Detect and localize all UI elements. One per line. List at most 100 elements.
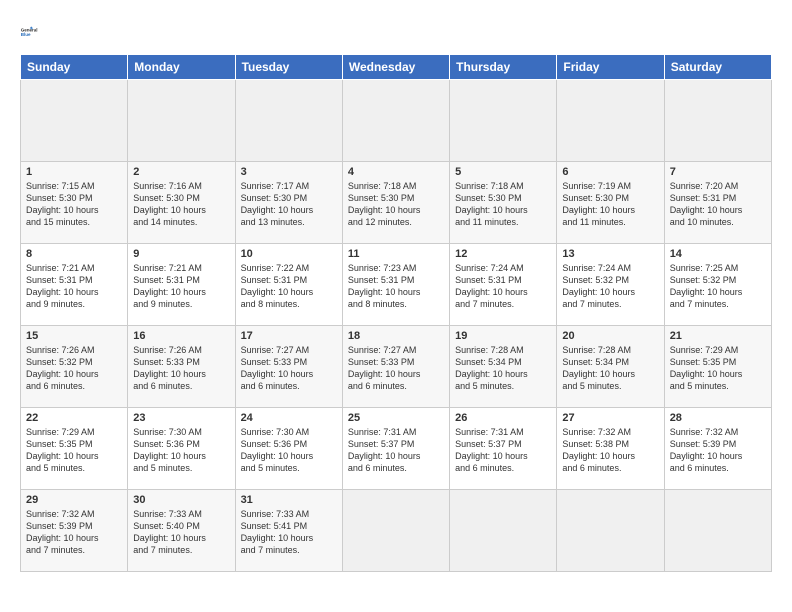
calendar-header-sunday: Sunday xyxy=(21,55,128,80)
day-number: 10 xyxy=(241,248,337,260)
calendar-day xyxy=(450,80,557,162)
day-info: Sunrise: 7:28 AM Sunset: 5:34 PM Dayligh… xyxy=(455,344,551,393)
calendar-day xyxy=(235,80,342,162)
day-info: Sunrise: 7:24 AM Sunset: 5:31 PM Dayligh… xyxy=(455,262,551,311)
day-number: 15 xyxy=(26,330,122,342)
calendar-day: 21Sunrise: 7:29 AM Sunset: 5:35 PM Dayli… xyxy=(664,326,771,408)
calendar-week-4: 15Sunrise: 7:26 AM Sunset: 5:32 PM Dayli… xyxy=(21,326,772,408)
calendar-day: 23Sunrise: 7:30 AM Sunset: 5:36 PM Dayli… xyxy=(128,408,235,490)
svg-text:General: General xyxy=(21,27,38,32)
calendar-header-thursday: Thursday xyxy=(450,55,557,80)
calendar-header-saturday: Saturday xyxy=(664,55,771,80)
calendar-day: 12 Sunrise: 7:24 AM Sunset: 5:31 PM Dayli… xyxy=(450,244,557,326)
day-info: Sunrise: 7:15 AM Sunset: 5:30 PM Dayligh… xyxy=(26,180,122,229)
calendar-day: 9 Sunrise: 7:21 AM Sunset: 5:31 PM Daylig… xyxy=(128,244,235,326)
calendar-week-1 xyxy=(21,80,772,162)
calendar-header-monday: Monday xyxy=(128,55,235,80)
day-info: Sunrise: 7:24 AM Sunset: 5:32 PM Dayligh… xyxy=(562,262,658,311)
calendar-day xyxy=(664,490,771,572)
calendar-day: 24 Sunrise: 7:30 AM Sunset: 5:36 PM Dayli… xyxy=(235,408,342,490)
calendar-day xyxy=(342,80,449,162)
day-number: 24 xyxy=(241,412,337,424)
calendar-day: 8Sunrise: 7:21 AM Sunset: 5:31 PM Daylig… xyxy=(21,244,128,326)
day-info: Sunrise: 7:31 AM Sunset: 5:37 PM Dayligh… xyxy=(455,426,551,475)
calendar-day xyxy=(450,490,557,572)
day-number: 13 xyxy=(562,248,658,260)
day-info: Sunrise: 7:27 AM Sunset: 5:33 PM Dayligh… xyxy=(348,344,444,393)
calendar-day: 6 Sunrise: 7:19 AM Sunset: 5:30 PM Daylig… xyxy=(557,162,664,244)
calendar-day xyxy=(21,80,128,162)
day-number: 16 xyxy=(133,330,229,342)
day-info: Sunrise: 7:29 AM Sunset: 5:35 PM Dayligh… xyxy=(670,344,766,393)
calendar-day: 27 Sunrise: 7:32 AM Sunset: 5:38 PM Dayli… xyxy=(557,408,664,490)
calendar-header-friday: Friday xyxy=(557,55,664,80)
calendar-day: 4 Sunrise: 7:18 AM Sunset: 5:30 PM Daylig… xyxy=(342,162,449,244)
calendar-day: 26 Sunrise: 7:31 AM Sunset: 5:37 PM Dayli… xyxy=(450,408,557,490)
day-number: 7 xyxy=(670,166,766,178)
calendar-week-3: 8Sunrise: 7:21 AM Sunset: 5:31 PM Daylig… xyxy=(21,244,772,326)
day-number: 3 xyxy=(241,166,337,178)
day-number: 29 xyxy=(26,494,122,506)
day-number: 6 xyxy=(562,166,658,178)
day-number: 17 xyxy=(241,330,337,342)
day-number: 12 xyxy=(455,248,551,260)
day-info: Sunrise: 7:18 AM Sunset: 5:30 PM Dayligh… xyxy=(348,180,444,229)
calendar-day xyxy=(664,80,771,162)
day-number: 9 xyxy=(133,248,229,260)
calendar-day: 3 Sunrise: 7:17 AM Sunset: 5:30 PM Daylig… xyxy=(235,162,342,244)
day-info: Sunrise: 7:32 AM Sunset: 5:38 PM Dayligh… xyxy=(562,426,658,475)
calendar-day: 5 Sunrise: 7:18 AM Sunset: 5:30 PM Daylig… xyxy=(450,162,557,244)
day-info: Sunrise: 7:29 AM Sunset: 5:35 PM Dayligh… xyxy=(26,426,122,475)
day-info: Sunrise: 7:30 AM Sunset: 5:36 PM Dayligh… xyxy=(133,426,229,475)
day-info: Sunrise: 7:18 AM Sunset: 5:30 PM Dayligh… xyxy=(455,180,551,229)
day-info: Sunrise: 7:20 AM Sunset: 5:31 PM Dayligh… xyxy=(670,180,766,229)
day-number: 18 xyxy=(348,330,444,342)
calendar-day: 11Sunrise: 7:23 AM Sunset: 5:31 PM Dayli… xyxy=(342,244,449,326)
day-info: Sunrise: 7:21 AM Sunset: 5:31 PM Dayligh… xyxy=(133,262,229,311)
logo: General Blue xyxy=(20,18,48,46)
calendar-day xyxy=(557,80,664,162)
day-number: 26 xyxy=(455,412,551,424)
calendar-week-6: 29 Sunrise: 7:32 AM Sunset: 5:39 PM Dayli… xyxy=(21,490,772,572)
calendar-week-2: 1Sunrise: 7:15 AM Sunset: 5:30 PM Daylig… xyxy=(21,162,772,244)
calendar-day: 14Sunrise: 7:25 AM Sunset: 5:32 PM Dayli… xyxy=(664,244,771,326)
calendar-day: 18 Sunrise: 7:27 AM Sunset: 5:33 PM Dayli… xyxy=(342,326,449,408)
day-number: 28 xyxy=(670,412,766,424)
day-number: 22 xyxy=(26,412,122,424)
calendar-day: 29 Sunrise: 7:32 AM Sunset: 5:39 PM Dayli… xyxy=(21,490,128,572)
day-number: 5 xyxy=(455,166,551,178)
calendar-day: 10 Sunrise: 7:22 AM Sunset: 5:31 PM Dayli… xyxy=(235,244,342,326)
calendar-day: 22 Sunrise: 7:29 AM Sunset: 5:35 PM Dayli… xyxy=(21,408,128,490)
day-number: 2 xyxy=(133,166,229,178)
calendar-day: 25 Sunrise: 7:31 AM Sunset: 5:37 PM Dayli… xyxy=(342,408,449,490)
calendar-day xyxy=(128,80,235,162)
day-number: 20 xyxy=(562,330,658,342)
day-info: Sunrise: 7:30 AM Sunset: 5:36 PM Dayligh… xyxy=(241,426,337,475)
day-info: Sunrise: 7:22 AM Sunset: 5:31 PM Dayligh… xyxy=(241,262,337,311)
day-info: Sunrise: 7:28 AM Sunset: 5:34 PM Dayligh… xyxy=(562,344,658,393)
day-info: Sunrise: 7:32 AM Sunset: 5:39 PM Dayligh… xyxy=(26,508,122,557)
calendar-day: 7 Sunrise: 7:20 AM Sunset: 5:31 PM Daylig… xyxy=(664,162,771,244)
day-number: 4 xyxy=(348,166,444,178)
calendar-day: 16Sunrise: 7:26 AM Sunset: 5:33 PM Dayli… xyxy=(128,326,235,408)
day-info: Sunrise: 7:31 AM Sunset: 5:37 PM Dayligh… xyxy=(348,426,444,475)
calendar: SundayMondayTuesdayWednesdayThursdayFrid… xyxy=(20,54,772,572)
calendar-day: 20 Sunrise: 7:28 AM Sunset: 5:34 PM Dayli… xyxy=(557,326,664,408)
day-info: Sunrise: 7:32 AM Sunset: 5:39 PM Dayligh… xyxy=(670,426,766,475)
day-info: Sunrise: 7:17 AM Sunset: 5:30 PM Dayligh… xyxy=(241,180,337,229)
day-info: Sunrise: 7:25 AM Sunset: 5:32 PM Dayligh… xyxy=(670,262,766,311)
day-info: Sunrise: 7:33 AM Sunset: 5:40 PM Dayligh… xyxy=(133,508,229,557)
calendar-day: 15Sunrise: 7:26 AM Sunset: 5:32 PM Dayli… xyxy=(21,326,128,408)
day-info: Sunrise: 7:27 AM Sunset: 5:33 PM Dayligh… xyxy=(241,344,337,393)
day-number: 19 xyxy=(455,330,551,342)
day-info: Sunrise: 7:16 AM Sunset: 5:30 PM Dayligh… xyxy=(133,180,229,229)
calendar-day: 2 Sunrise: 7:16 AM Sunset: 5:30 PM Daylig… xyxy=(128,162,235,244)
day-number: 30 xyxy=(133,494,229,506)
day-number: 11 xyxy=(348,248,444,260)
day-info: Sunrise: 7:19 AM Sunset: 5:30 PM Dayligh… xyxy=(562,180,658,229)
day-number: 25 xyxy=(348,412,444,424)
header: General Blue xyxy=(20,18,772,46)
calendar-day: 1Sunrise: 7:15 AM Sunset: 5:30 PM Daylig… xyxy=(21,162,128,244)
day-number: 27 xyxy=(562,412,658,424)
calendar-day: 28 Sunrise: 7:32 AM Sunset: 5:39 PM Dayli… xyxy=(664,408,771,490)
